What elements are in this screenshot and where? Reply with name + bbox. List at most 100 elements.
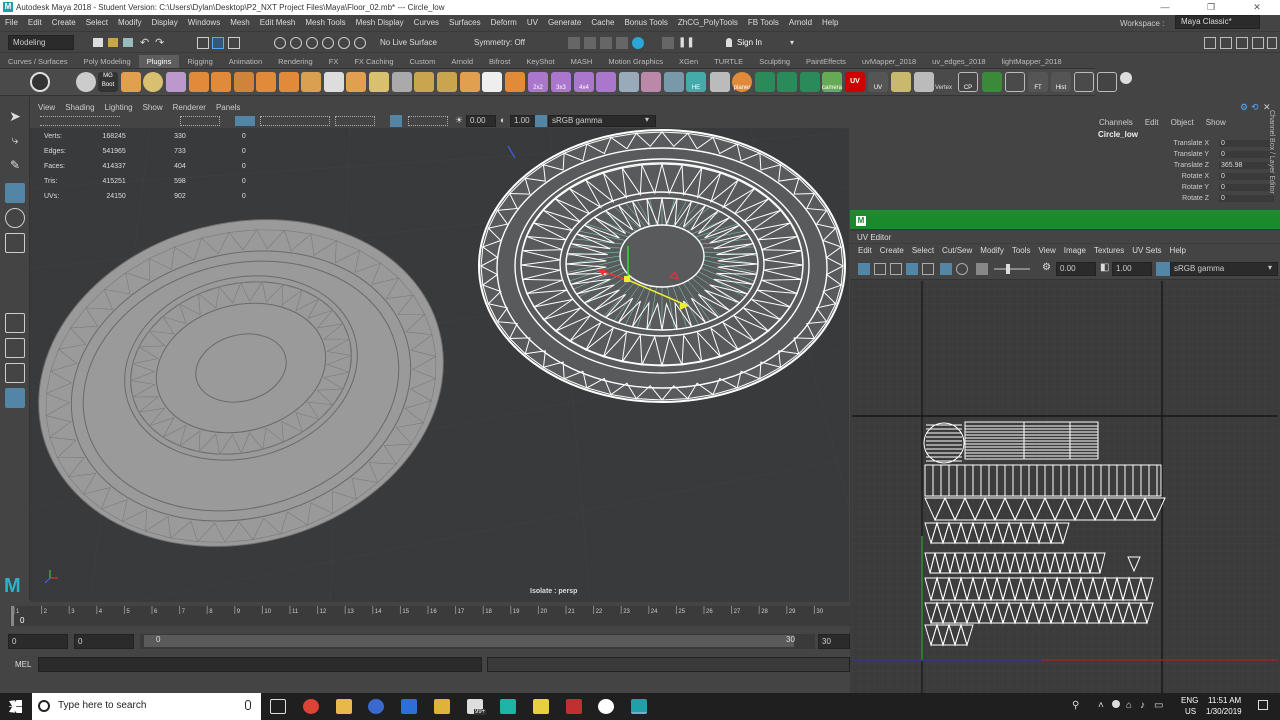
- mirror-tool-icon[interactable]: [346, 72, 366, 92]
- shelf-tab-rigging[interactable]: Rigging: [179, 55, 220, 68]
- poly-cylinder-icon[interactable]: [664, 72, 684, 92]
- menu-mesh-tools[interactable]: Mesh Tools: [300, 15, 350, 30]
- cb-menu-show[interactable]: Show: [1200, 118, 1232, 127]
- outliner-layout-icon[interactable]: [5, 388, 25, 408]
- cb-menu-object[interactable]: Object: [1165, 118, 1200, 127]
- steam-icon[interactable]: [368, 699, 384, 714]
- vertex-tool-icon[interactable]: [914, 72, 934, 92]
- combine-tool-icon[interactable]: [369, 72, 389, 92]
- maya-taskbar-icon[interactable]: [631, 699, 647, 714]
- shelf-tab-uvmapper[interactable]: uvMapper_2018: [854, 55, 924, 68]
- uv-canvas[interactable]: [852, 281, 1278, 695]
- box-tool-icon[interactable]: [414, 72, 434, 92]
- color-management-icon[interactable]: [535, 115, 547, 127]
- array-4x4-icon[interactable]: 4x4: [574, 72, 594, 92]
- window-tool-icon[interactable]: [1097, 72, 1117, 92]
- workspace-dropdown[interactable]: Maya Classic*: [1175, 15, 1260, 29]
- snipping-icon[interactable]: [566, 699, 582, 714]
- camera-tools-icon[interactable]: [40, 116, 120, 126]
- uv-color-management-icon[interactable]: [1156, 262, 1170, 276]
- time-slider-canvas[interactable]: 1 2 3 4 5 6 7 8 9 10 11 12 13 14 15 16 17 18 19 20 21 22 23 24 2…: [0, 602, 850, 630]
- taskbar-search-box[interactable]: Type here to search: [32, 693, 261, 720]
- layer-editor-icon[interactable]: [1267, 37, 1277, 49]
- uv-gamma-field[interactable]: 1.00: [1112, 262, 1152, 276]
- snap-grid-icon[interactable]: [274, 37, 286, 49]
- sign-in-chevron-icon[interactable]: ▾: [790, 38, 794, 47]
- bevel-plus-icon[interactable]: [505, 72, 525, 92]
- maximize-button[interactable]: ❐: [1188, 0, 1234, 15]
- single-pane-icon[interactable]: [5, 313, 25, 333]
- uv-menu-modify[interactable]: Modify: [976, 244, 1008, 258]
- snap-curve-icon[interactable]: [290, 37, 302, 49]
- extrude-tool-icon[interactable]: [189, 72, 209, 92]
- minimize-button[interactable]: —: [1142, 0, 1188, 15]
- vp-menu-renderer[interactable]: Renderer: [168, 101, 211, 114]
- chevron-up-icon[interactable]: ˄: [1098, 700, 1104, 711]
- dup-tool-icon[interactable]: [460, 72, 480, 92]
- channel-box-icon[interactable]: [1252, 37, 1264, 49]
- menu-zhcg-polytools[interactable]: ZhCG_PolyTools: [673, 15, 743, 30]
- lasso-tool-icon[interactable]: ⤷: [5, 133, 25, 153]
- colorspace-chevron-icon[interactable]: ▾: [645, 115, 649, 124]
- ce-plugin-icon[interactable]: [30, 72, 50, 92]
- select-arrow-icon[interactable]: [891, 72, 911, 92]
- cb-settings-icon[interactable]: ⚙: [1240, 102, 1248, 113]
- shelf-tab-motion-graphics[interactable]: Motion Graphics: [600, 55, 671, 68]
- shaded-plate-mesh[interactable]: [30, 175, 480, 590]
- time-slider[interactable]: 1 2 3 4 5 6 7 8 9 10 11 12 13 14 15 16 17 18 19 20 21 22 23 24 2…: [0, 602, 850, 630]
- vp-menu-shading[interactable]: Shading: [60, 101, 99, 114]
- planer-tool-icon[interactable]: planer: [732, 72, 752, 92]
- tool-settings-icon[interactable]: [1236, 37, 1248, 49]
- render-frame-icon[interactable]: [584, 37, 596, 49]
- layout-tool-icon[interactable]: [1074, 72, 1094, 92]
- shelf-tab-lightmapper[interactable]: lightMapper_2018: [994, 55, 1070, 68]
- menu-arnold[interactable]: Arnold: [784, 15, 817, 30]
- menu-create[interactable]: Create: [47, 15, 81, 30]
- menu-curves[interactable]: Curves: [409, 15, 444, 30]
- checker-tool-icon[interactable]: [482, 72, 502, 92]
- shelf-tab-bifrost[interactable]: Bifrost: [481, 55, 518, 68]
- clock-date[interactable]: 1/30/2019: [1206, 707, 1242, 716]
- redo-icon[interactable]: ↷: [155, 36, 164, 49]
- live-surface-label[interactable]: No Live Surface: [380, 38, 437, 47]
- shelf-tab-keyshot[interactable]: KeyShot: [518, 55, 562, 68]
- uv-colorspace-chevron-icon[interactable]: ▾: [1268, 263, 1272, 272]
- volume-icon[interactable]: ♪: [1140, 700, 1145, 711]
- green-tool-icon[interactable]: [982, 72, 1002, 92]
- rotate-tool-icon[interactable]: [5, 208, 25, 228]
- vp-menu-view[interactable]: View: [30, 101, 60, 114]
- sphere-tool-icon[interactable]: [143, 72, 163, 92]
- uv-shell-icon[interactable]: [755, 72, 775, 92]
- four-pane-icon[interactable]: [5, 338, 25, 358]
- cp-tool-icon[interactable]: CP: [958, 72, 978, 92]
- history-tool-icon[interactable]: Hist: [1051, 72, 1071, 92]
- dropbox-icon[interactable]: [1112, 700, 1120, 708]
- symmetry-dropdown[interactable]: Symmetry: Off: [474, 38, 525, 47]
- app-green-icon[interactable]: [500, 699, 516, 714]
- pause-icon[interactable]: ❚❚: [678, 37, 695, 49]
- network-icon[interactable]: ⌂: [1126, 700, 1132, 711]
- menu-help[interactable]: Help: [817, 15, 843, 30]
- select-tool-icon[interactable]: ➤: [5, 108, 25, 128]
- menu-mesh-display[interactable]: Mesh Display: [351, 15, 409, 30]
- uv-editor-titlebar[interactable]: M: [850, 213, 1280, 229]
- vp-menu-panels[interactable]: Panels: [211, 101, 245, 114]
- app-blue-icon[interactable]: [401, 699, 417, 714]
- delete-tool-icon[interactable]: [392, 72, 412, 92]
- shelf-tab-uv-edges[interactable]: uv_edges_2018: [924, 55, 993, 68]
- ipr-render-icon[interactable]: [600, 37, 612, 49]
- array-2x2-icon[interactable]: 2x2: [528, 72, 548, 92]
- uv-menu-textures[interactable]: Textures: [1090, 244, 1128, 258]
- uv-menu-help[interactable]: Help: [1166, 244, 1190, 258]
- uv-grid-icon[interactable]: [906, 263, 918, 275]
- uv-layout-icon[interactable]: [710, 72, 730, 92]
- channel-box-side-tab[interactable]: Channel Box / Layer Editor: [1263, 110, 1275, 210]
- shelf-tab-mash[interactable]: MASH: [563, 55, 601, 68]
- wireframe-plate-mesh[interactable]: [478, 129, 846, 403]
- uv-menu-uv-sets[interactable]: UV Sets: [1128, 244, 1165, 258]
- sticky-notes-icon[interactable]: [533, 699, 549, 714]
- uv-menu-cut-sew[interactable]: Cut/Sew: [938, 244, 976, 258]
- uv-red-icon[interactable]: UV: [845, 72, 865, 92]
- menu-windows[interactable]: Windows: [183, 15, 225, 30]
- shelf-tab-turtle[interactable]: TURTLE: [706, 55, 751, 68]
